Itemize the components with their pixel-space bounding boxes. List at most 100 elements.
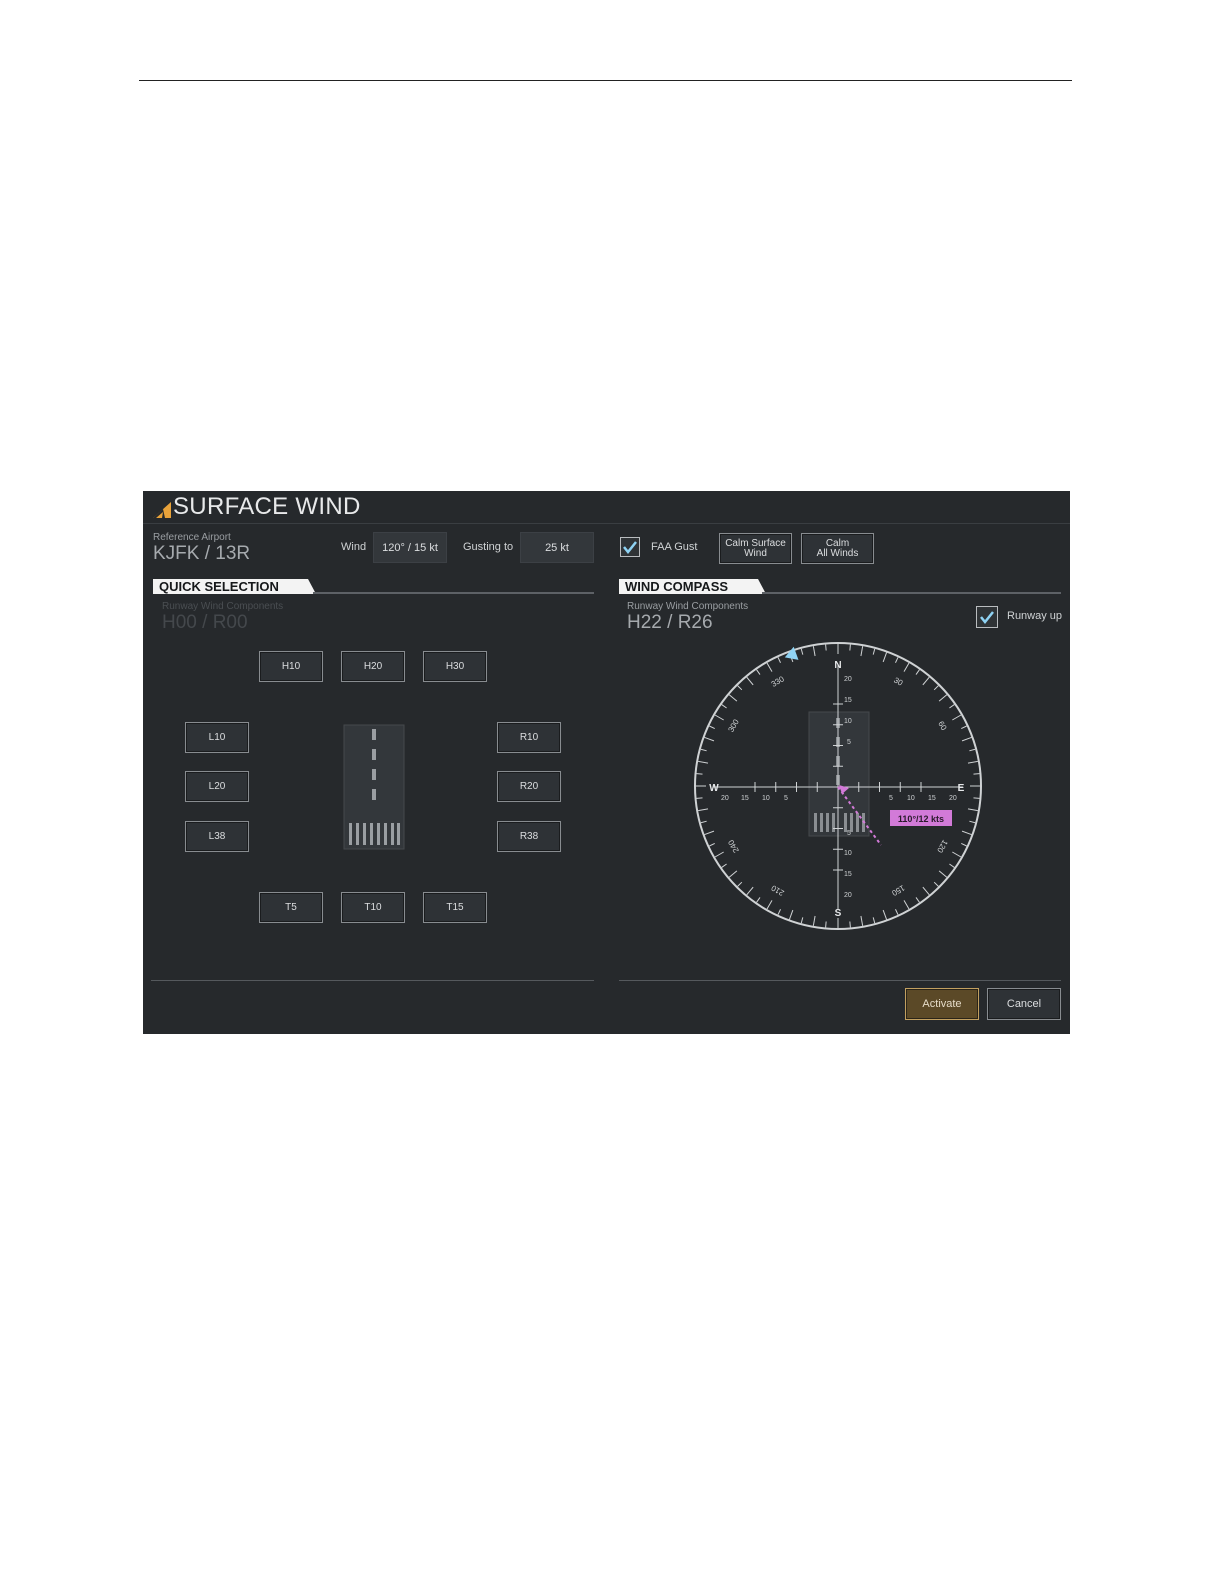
compass-tick xyxy=(714,714,724,721)
compass-tick xyxy=(895,657,899,663)
quick-selection-bottom-rule xyxy=(151,980,594,981)
scale-label-left-15: 15 xyxy=(741,795,749,802)
compass-tick xyxy=(737,685,743,691)
runway-up-checkbox[interactable] xyxy=(976,606,998,628)
scale-label-up-20: 20 xyxy=(844,676,852,683)
reference-airport-label: Reference Airport xyxy=(153,532,231,543)
scale-label-up-5: 5 xyxy=(847,739,851,746)
tailwind-10-button[interactable]: T10 xyxy=(341,892,405,923)
left-crosswind-10-button[interactable]: L10 xyxy=(185,722,249,753)
heading-label-60: 60 xyxy=(936,720,949,733)
heading-label-150: 150 xyxy=(890,883,907,898)
compass-tick xyxy=(728,694,738,702)
calm-all-winds-button[interactable]: Calm All Winds xyxy=(801,533,874,564)
scale-label-right-20: 20 xyxy=(949,795,957,802)
cardinal-east-label: E xyxy=(958,783,965,794)
quick-selection-rule xyxy=(313,592,594,594)
check-icon xyxy=(980,611,994,625)
faa-gust-label: FAA Gust xyxy=(651,541,698,553)
app-logo-icon xyxy=(153,502,171,518)
compass-tick xyxy=(969,820,976,824)
scale-label-right-10: 10 xyxy=(907,795,915,802)
compass-tick xyxy=(746,886,754,896)
activate-button[interactable]: Activate xyxy=(905,988,979,1020)
compass-tick xyxy=(933,685,939,691)
scale-label-down-20: 20 xyxy=(844,892,852,899)
app-title: SURFACE WIND xyxy=(173,493,361,520)
compass-tick xyxy=(825,921,827,928)
compass-runway-components-label: Runway Wind Components xyxy=(627,601,749,612)
compass-tick xyxy=(961,843,967,847)
compass-tick xyxy=(969,748,976,752)
faa-gust-checkbox[interactable] xyxy=(620,537,640,557)
compass-tick xyxy=(777,657,781,663)
compass-tick xyxy=(882,652,888,663)
wind-compass-rule xyxy=(762,592,1061,594)
compass-tick xyxy=(872,917,876,924)
compass-tick xyxy=(938,870,948,878)
tailwind-5-button[interactable]: T5 xyxy=(259,892,323,923)
right-crosswind-38-button[interactable]: R38 xyxy=(497,821,561,852)
compass-tick xyxy=(696,797,703,799)
heading-label-30: 30 xyxy=(892,676,905,689)
calm-surface-wind-button[interactable]: Calm Surface Wind xyxy=(719,533,792,564)
compass-tick xyxy=(800,917,804,924)
compass-tick xyxy=(952,714,962,721)
compass-tick xyxy=(737,881,743,887)
headwind-30-button[interactable]: H30 xyxy=(423,651,487,682)
runway-graphic xyxy=(343,724,405,850)
compass-tick xyxy=(714,851,724,858)
tailwind-15-button[interactable]: T15 xyxy=(423,892,487,923)
cancel-button[interactable]: Cancel xyxy=(987,988,1061,1020)
compass-tick xyxy=(922,886,930,896)
compass-tick xyxy=(709,843,715,847)
compass-tick xyxy=(949,704,955,709)
left-crosswind-38-button[interactable]: L38 xyxy=(185,821,249,852)
right-crosswind-10-button[interactable]: R10 xyxy=(497,722,561,753)
compass-tick xyxy=(721,704,727,709)
right-crosswind-20-button[interactable]: R20 xyxy=(497,771,561,802)
left-crosswind-20-button[interactable]: L20 xyxy=(185,771,249,802)
wind-compass-dial: 20 15 10 5 5 10 15 20 20 15 10 5 5 10 15… xyxy=(694,642,982,930)
reference-airport-value: KJFK / 13R xyxy=(153,543,251,564)
compass-tick xyxy=(949,863,955,868)
compass-tick xyxy=(756,897,761,903)
wind-field[interactable]: 120° / 15 kt xyxy=(373,532,447,563)
scale-label-down-15: 15 xyxy=(844,871,852,878)
compass-tick xyxy=(952,851,962,858)
headwind-20-button[interactable]: H20 xyxy=(341,651,405,682)
wind-readout-text: 110°/12 kts xyxy=(898,814,944,824)
compass-tick xyxy=(895,909,899,915)
compass-tick xyxy=(704,736,715,742)
compass-tick xyxy=(812,915,816,926)
heading-label-210: 210 xyxy=(769,883,786,898)
heading-label-300: 300 xyxy=(726,717,741,734)
gusting-field[interactable]: 25 kt xyxy=(520,532,594,563)
compass-tick xyxy=(872,648,876,655)
compass-tick xyxy=(721,863,727,868)
compass-tick xyxy=(961,725,967,729)
wind-compass-bottom-rule xyxy=(619,980,1061,981)
compass-tick xyxy=(860,646,864,657)
compass-tick xyxy=(700,820,707,824)
compass-tick xyxy=(766,662,773,672)
compass-tick xyxy=(704,830,715,836)
scale-label-right-5: 5 xyxy=(889,795,893,802)
compass-tick xyxy=(903,900,910,910)
headwind-10-button[interactable]: H10 xyxy=(259,651,323,682)
compass-tick xyxy=(728,870,738,878)
compass-tick xyxy=(903,662,910,672)
compass-tick xyxy=(746,676,754,686)
compass-tick xyxy=(973,773,980,775)
scale-label-down-5: 5 xyxy=(847,830,851,837)
compass-tick xyxy=(967,760,978,764)
compass-tick xyxy=(698,760,709,764)
scale-label-left-10: 10 xyxy=(762,795,770,802)
compass-tick xyxy=(812,646,816,657)
wind-compass-header: WIND COMPASS xyxy=(619,579,766,594)
compass-tick xyxy=(973,797,980,799)
compass-tick xyxy=(756,669,761,675)
compass-tick xyxy=(698,808,709,812)
compass-tick xyxy=(961,736,972,742)
compass-tick xyxy=(915,897,920,903)
